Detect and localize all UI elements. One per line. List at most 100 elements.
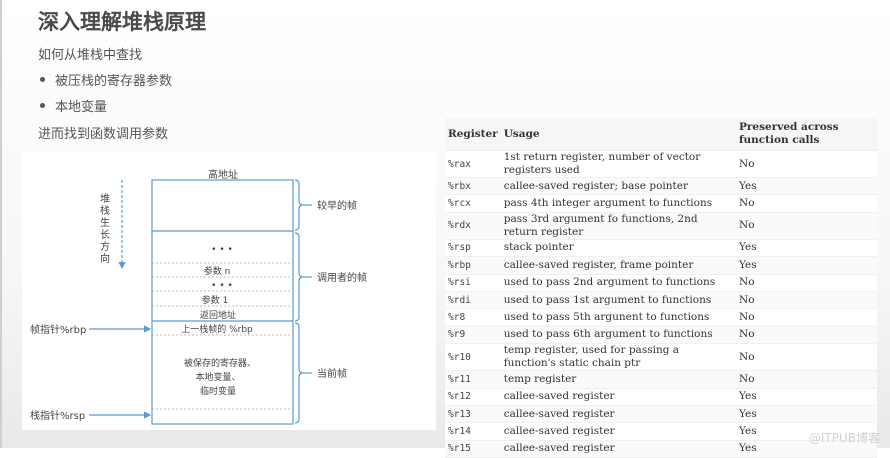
cell-usage: temp register, used for passing a functi… xyxy=(500,343,736,372)
svg-text:向: 向 xyxy=(100,252,110,265)
brace-label-current: 当前帧 xyxy=(317,367,347,380)
cell-usage: callee-saved register xyxy=(500,440,736,458)
table-row: %r9 used to pass 6th argument to function… xyxy=(445,326,877,345)
cell-usage: callee-saved register xyxy=(500,422,736,441)
svg-text:长: 长 xyxy=(100,229,110,241)
cell-register: %r13 xyxy=(445,405,501,424)
slot-param-n: 参数 n xyxy=(204,265,231,277)
slot-param-1: 参数 1 xyxy=(202,294,229,306)
cell-usage: callee-saved register xyxy=(500,388,736,406)
table-row: %rdx pass 3rd argument fo functions, 2nd … xyxy=(445,212,877,240)
cell-register: %r11 xyxy=(445,370,501,389)
cell-preserved: No xyxy=(736,343,877,372)
cell-preserved: No xyxy=(736,291,877,310)
brace-caller xyxy=(294,232,304,322)
register-table: Register Usage Preserved across function… xyxy=(445,118,877,458)
cell-usage: used to pass 1st argument to functions xyxy=(500,291,736,310)
slide-border xyxy=(0,0,2,448)
cell-register: %r8 xyxy=(445,308,501,327)
header-preserved: Preserved across function calls xyxy=(736,118,877,151)
high-address-label: 高地址 xyxy=(208,168,238,181)
cell-usage: callee-saved register xyxy=(500,405,736,424)
cell-usage: temp register xyxy=(500,370,736,389)
cell-preserved: No xyxy=(736,274,877,292)
cell-register: %rsi xyxy=(445,274,501,292)
slide-title: 深入理解堆栈原理 xyxy=(38,10,206,34)
cell-usage: used to pass 6th argument to functions xyxy=(500,326,736,345)
slot-saved-registers: 被保存的寄存器、 xyxy=(184,357,256,369)
cell-usage: stack pointer xyxy=(500,239,736,258)
cell-register: %r9 xyxy=(445,326,501,345)
brace-current xyxy=(294,322,304,424)
bullet-item: 本地变量 xyxy=(55,100,108,115)
rsp-label: 栈指针%rsp xyxy=(30,409,85,422)
slot-local-vars: 本地变量、 xyxy=(195,371,240,383)
table-row: %rbp callee-saved register, frame pointer… xyxy=(445,256,877,275)
table-row: %rax 1st return register, number of vecto… xyxy=(445,150,877,178)
table-row: %rsp stack pointer Yes xyxy=(445,239,877,258)
cell-register: %rax xyxy=(445,150,501,178)
table-row: %rbx callee-saved register; base pointer Y… xyxy=(445,177,877,196)
cell-usage: used to pass 5th argunent to functions xyxy=(500,308,736,327)
cell-preserved: No xyxy=(736,326,877,345)
watermark: @ITPUB博客 xyxy=(808,431,880,445)
cell-preserved: Yes xyxy=(736,388,877,406)
conclusion-text: 进而找到函数调用参数 xyxy=(38,127,169,142)
table-row: %r8 used to pass 5th argunent to function… xyxy=(445,308,877,327)
cell-register: %rbp xyxy=(445,256,501,275)
svg-text:方: 方 xyxy=(100,240,110,253)
cell-usage: callee-saved register, frame pointer xyxy=(500,256,736,275)
cell-preserved: Yes xyxy=(736,177,877,196)
header-usage: Usage xyxy=(500,118,736,151)
slot-return-address: 返回地址 xyxy=(200,309,236,321)
bullet-icon xyxy=(40,77,45,82)
cell-register: %r15 xyxy=(445,440,501,458)
bullet-icon xyxy=(40,103,45,108)
cell-register: %rbx xyxy=(445,177,501,196)
svg-text:栈: 栈 xyxy=(100,204,110,217)
cell-preserved: No xyxy=(736,308,877,327)
cell-preserved: No xyxy=(736,370,877,389)
intro-text: 如何从堆栈中查找 xyxy=(38,48,143,63)
cell-usage: pass 3rd argument fo functions, 2nd retu… xyxy=(500,212,736,240)
brace-label-earlier: 较早的帧 xyxy=(317,199,357,212)
rbp-label: 帧指针%rbp xyxy=(30,323,86,336)
table-header-row: Register Usage Preserved across function… xyxy=(445,118,877,151)
stack-frame-diagram: 高地址 • • • 参数 n • • • 参数 1 返回地址 上一栈帧的 %rb… xyxy=(22,152,436,430)
cell-register: %r14 xyxy=(445,422,501,441)
table-row: %r13 callee-saved register Yes xyxy=(445,405,877,424)
cell-register: %rcx xyxy=(445,194,501,213)
cell-preserved: Yes xyxy=(736,405,877,424)
slot-temp-vars: 临时变量 xyxy=(200,385,236,397)
cell-register: %rdx xyxy=(445,212,501,240)
cell-usage: 1st return register, number of vector re… xyxy=(500,150,736,178)
svg-text:堆: 堆 xyxy=(100,193,110,205)
table-row: %rdi used to pass 1st argument to functio… xyxy=(445,291,877,310)
table-row: %r11 temp register No xyxy=(445,370,877,389)
brace-earlier xyxy=(294,179,304,231)
cell-preserved: Yes xyxy=(736,239,877,258)
cell-preserved: No xyxy=(736,212,877,240)
cell-register: %r10 xyxy=(445,343,501,372)
cell-usage: used to pass 2nd argument to functions xyxy=(500,274,736,292)
cell-register: %rsp xyxy=(445,239,501,258)
table-row: %r10 temp register, used for passing a fu… xyxy=(445,343,877,372)
cell-usage: pass 4th integer argument to functions xyxy=(500,194,736,213)
cell-register: %r12 xyxy=(445,388,501,406)
cell-usage: callee-saved register; base pointer xyxy=(500,177,736,196)
slot-ellipsis: • • • xyxy=(211,281,233,291)
brace-label-caller: 调用者的帧 xyxy=(317,271,367,284)
cell-register: %rdi xyxy=(445,291,501,310)
bullet-item: 被压栈的寄存器参数 xyxy=(55,74,173,89)
cell-preserved: No xyxy=(736,194,877,213)
slot-ellipsis: • • • xyxy=(211,245,233,255)
svg-text:生: 生 xyxy=(100,216,110,229)
cell-preserved: Yes xyxy=(736,256,877,275)
header-register: Register xyxy=(445,118,501,151)
slot-prev-rbp: 上一栈帧的 %rbp xyxy=(181,323,253,335)
growth-direction-label: 堆 栈 生 长 方 向 xyxy=(100,193,110,265)
cell-preserved: No xyxy=(736,150,877,178)
table-row: %rsi used to pass 2nd argument to functio… xyxy=(445,274,877,292)
table-row: %rcx pass 4th integer argument to functio… xyxy=(445,194,877,213)
table-row: %r12 callee-saved register Yes xyxy=(445,388,877,406)
